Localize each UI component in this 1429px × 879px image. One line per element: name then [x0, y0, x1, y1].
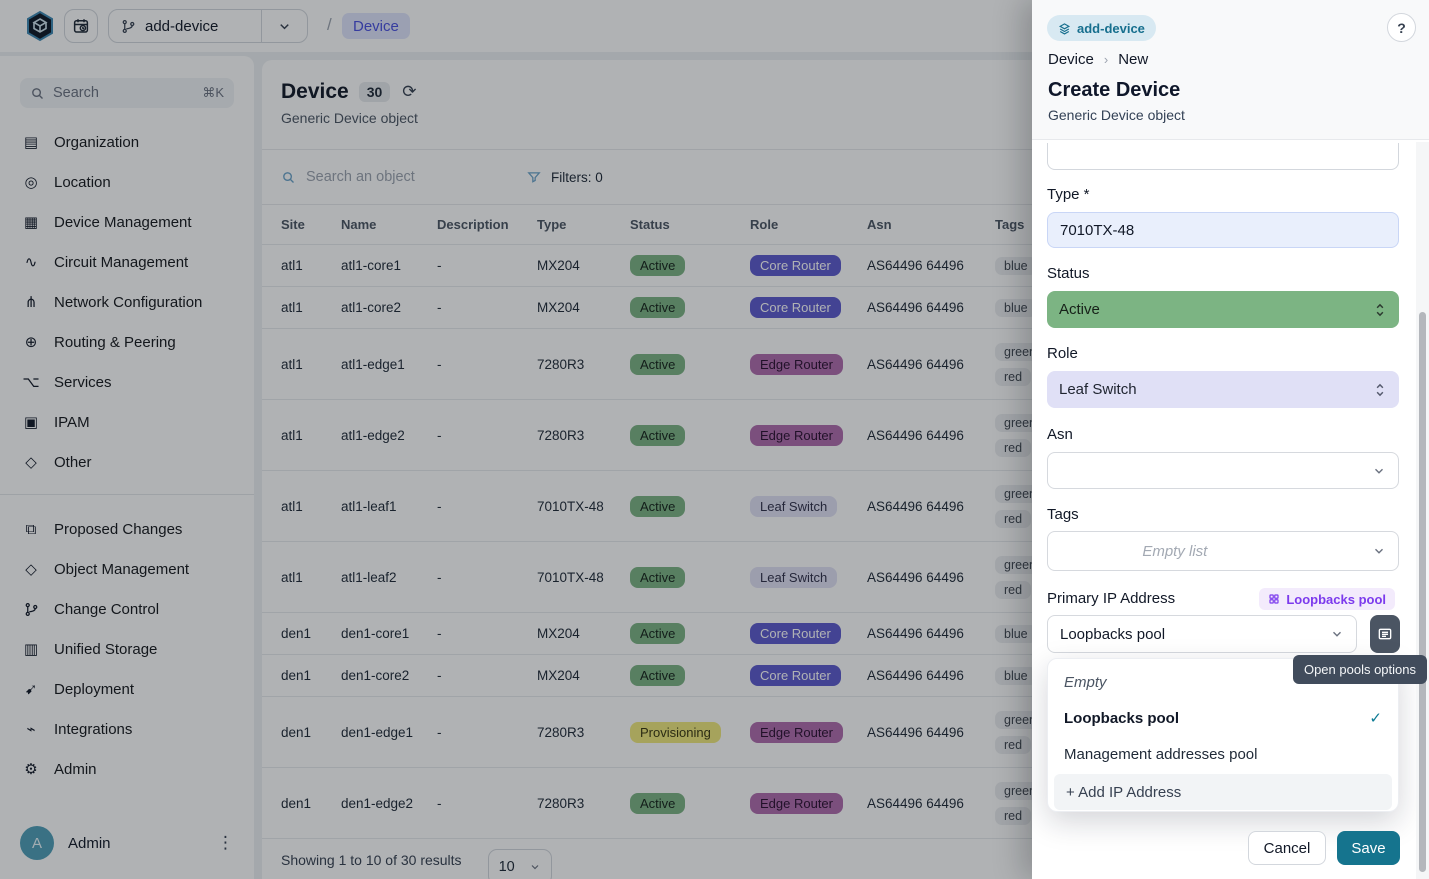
check-icon: ✓	[1369, 709, 1382, 727]
chevron-up-down-icon	[1373, 302, 1387, 318]
pool-option-loopbacks-pool[interactable]: Loopbacks pool ✓	[1054, 700, 1392, 736]
asn-select[interactable]	[1047, 452, 1399, 489]
pool-badge: Loopbacks pool	[1259, 588, 1395, 610]
type-label: Type *	[1047, 186, 1090, 203]
list-icon	[1377, 626, 1393, 642]
tags-label: Tags	[1047, 506, 1079, 523]
grid-icon	[1268, 593, 1280, 605]
type-input[interactable]: 7010TX-48	[1047, 212, 1399, 248]
panel-subtitle: Generic Device object	[1048, 107, 1185, 123]
asn-label: Asn	[1047, 426, 1073, 443]
pool-option-label: Empty	[1064, 674, 1107, 691]
pool-badge-label: Loopbacks pool	[1286, 592, 1386, 607]
add-ip-address-option[interactable]: + Add IP Address	[1054, 774, 1392, 810]
panel-scrollbar-thumb[interactable]	[1419, 312, 1426, 872]
status-label: Status	[1047, 265, 1090, 282]
app-window: add-device / Device Search ⌘K ▤Organizat…	[0, 0, 1429, 879]
pool-option-label: Loopbacks pool	[1064, 710, 1179, 727]
panel-title: Create Device	[1048, 79, 1180, 102]
chevron-up-down-icon	[1373, 382, 1387, 398]
status-select[interactable]: Active	[1047, 291, 1399, 328]
panel-breadcrumb: Device › New	[1048, 51, 1148, 68]
cancel-button[interactable]: Cancel	[1248, 831, 1326, 865]
role-select[interactable]: Leaf Switch	[1047, 371, 1399, 408]
tags-placeholder: Empty list	[1142, 543, 1207, 560]
layers-icon	[1058, 22, 1071, 35]
branch-badge-label: add-device	[1077, 21, 1145, 36]
save-button[interactable]: Save	[1337, 831, 1400, 865]
help-button[interactable]: ?	[1387, 13, 1416, 42]
breadcrumb-device[interactable]: Device	[1048, 51, 1094, 68]
chevron-down-icon	[1330, 627, 1344, 641]
tooltip: Open pools options	[1293, 655, 1427, 684]
type-value: 7010TX-48	[1060, 222, 1134, 239]
primary-ip-label: Primary IP Address	[1047, 590, 1175, 607]
pool-option-label: Management addresses pool	[1064, 746, 1257, 763]
primary-ip-select[interactable]: Loopbacks pool	[1047, 615, 1357, 653]
role-value: Leaf Switch	[1059, 381, 1137, 398]
clipped-field[interactable]	[1047, 143, 1399, 170]
role-label: Role	[1047, 345, 1078, 362]
branch-badge: add-device	[1047, 15, 1156, 41]
chevron-right-icon: ›	[1104, 52, 1108, 67]
tags-select[interactable]: Empty list	[1047, 531, 1399, 571]
create-device-panel: add-device ? Device › New Create Device …	[1032, 0, 1429, 879]
panel-header: add-device ? Device › New Create Device …	[1032, 0, 1429, 140]
chevron-down-icon	[1372, 544, 1386, 558]
pool-option-management-addresses-pool[interactable]: Management addresses pool	[1054, 736, 1392, 772]
open-pools-button[interactable]	[1370, 615, 1400, 653]
status-value: Active	[1059, 301, 1100, 318]
breadcrumb-new: New	[1118, 51, 1148, 68]
chevron-down-icon	[1372, 464, 1386, 478]
primary-ip-value: Loopbacks pool	[1060, 626, 1165, 643]
